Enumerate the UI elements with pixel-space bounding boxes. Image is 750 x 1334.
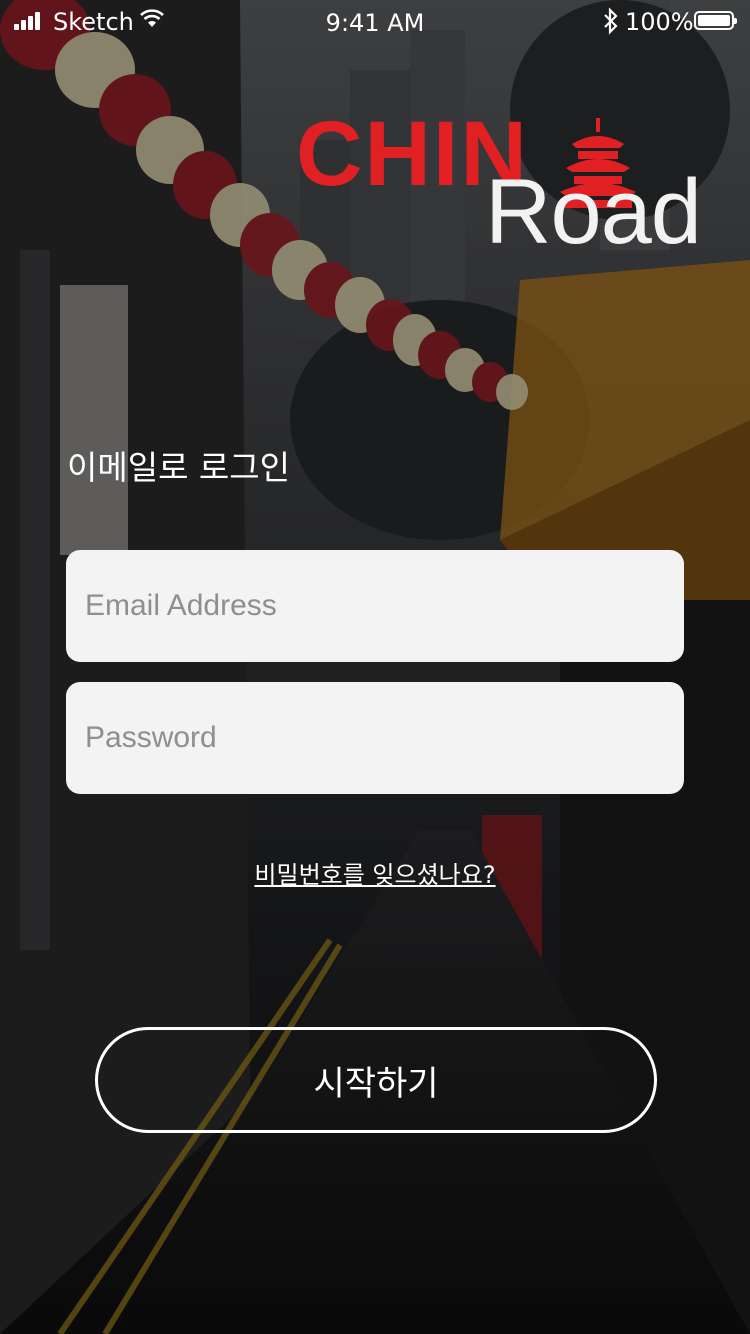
forgot-password-link[interactable]: 비밀번호를 잊으셨나요? — [0, 855, 750, 890]
logo-word-road: Road — [485, 161, 702, 263]
bluetooth-icon — [604, 7, 618, 35]
start-button[interactable]: 시작하기 — [95, 1027, 657, 1133]
battery-percentage: 100% — [625, 8, 694, 36]
password-field[interactable] — [66, 682, 684, 794]
email-field[interactable] — [66, 550, 684, 662]
status-bar: Sketch 9:41 AM 100% — [0, 0, 750, 44]
battery-icon — [694, 11, 737, 30]
app-logo: CHIN Road — [290, 100, 702, 270]
login-heading: 이메일로 로그인 — [67, 448, 291, 487]
